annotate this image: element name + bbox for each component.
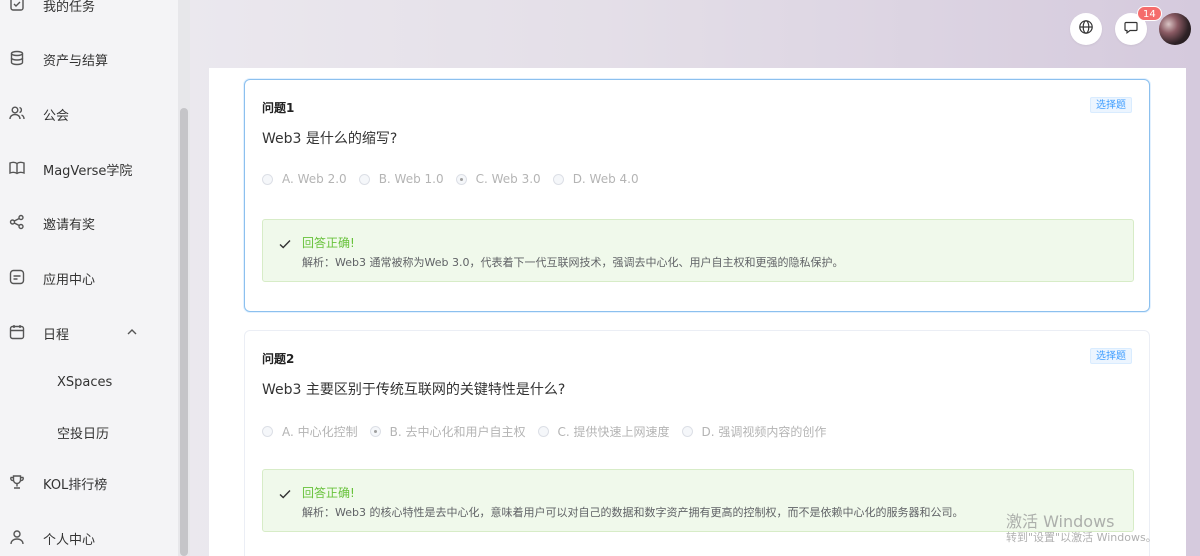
trophy-icon	[8, 473, 26, 491]
option-label: D. Web 4.0	[572, 172, 639, 186]
question-number: 问题1	[262, 101, 295, 115]
user-icon	[8, 528, 26, 546]
user-avatar[interactable]	[1159, 13, 1191, 45]
radio-button[interactable]	[681, 426, 693, 437]
sidebar-item-guild[interactable]: 公会	[0, 95, 178, 131]
answer-option[interactable]: A. Web 2.0	[262, 172, 347, 186]
answer-option[interactable]: C. Web 3.0	[455, 172, 541, 186]
answer-option[interactable]: D. 强调视频内容的创作	[681, 423, 827, 440]
option-label: A. 中心化控制	[282, 425, 358, 439]
radio-button[interactable]	[552, 173, 564, 185]
sidebar-item-label: 公会	[43, 109, 70, 124]
answer-result: 回答正确! 解析：Web3 的核心特性是去中心化，意味着用户可以对自己的数据和数…	[262, 469, 1134, 532]
question-number: 问题2	[262, 352, 295, 366]
sidebar-item-app-center[interactable]: 应用中心	[0, 259, 178, 295]
sidebar-scrollbar[interactable]	[178, 0, 190, 556]
result-title: 回答正确!	[302, 236, 355, 250]
calendar-icon	[8, 323, 26, 341]
radio-button[interactable]	[537, 426, 549, 437]
share-icon	[8, 213, 26, 231]
checkmark-icon	[278, 486, 292, 500]
sidebar-item-label: 应用中心	[43, 273, 96, 288]
sidebar-item-label: 我的任务	[43, 0, 96, 15]
windows-activation-hint: 转到"设置"以激活 Windows。	[1006, 531, 1157, 544]
radio-button-selected[interactable]	[455, 173, 467, 185]
question-card: 问题1 选择题 Web3 是什么的缩写? A. Web 2.0 B. Web 1…	[244, 79, 1150, 312]
radio-button[interactable]	[262, 426, 273, 437]
sidebar-subitem-xspaces[interactable]: XSpaces	[0, 367, 178, 399]
message-count-badge: 14	[1137, 6, 1162, 21]
sidebar-item-schedule[interactable]: 日程	[0, 314, 178, 350]
sidebar-item-label: KOL排行榜	[43, 478, 108, 493]
option-label: B. 去中心化和用户自主权	[389, 425, 526, 439]
answer-options: A. 中心化控制 B. 去中心化和用户自主权 C. 提供快速上网速度 D. 强调…	[262, 423, 838, 440]
answer-option[interactable]: C. 提供快速上网速度	[537, 423, 670, 440]
language-button[interactable]	[1070, 13, 1102, 45]
sidebar-subitem-label: 空投日历	[57, 427, 110, 442]
chevron-up-icon[interactable]	[125, 325, 139, 339]
question-type-tag: 选择题	[1090, 97, 1132, 113]
checkmark-icon	[278, 236, 292, 250]
task-icon	[8, 0, 26, 13]
result-explanation: 解析：Web3 的核心特性是去中心化，意味着用户可以对自己的数据和数字资产拥有更…	[302, 506, 964, 519]
answer-option[interactable]: B. Web 1.0	[358, 172, 444, 186]
result-title: 回答正确!	[302, 486, 355, 500]
database-icon	[8, 49, 26, 67]
radio-button-selected[interactable]	[369, 426, 381, 437]
option-label: D. 强调视频内容的创作	[701, 425, 827, 439]
sidebar-item-label: MagVerse学院	[43, 164, 133, 179]
sidebar-item-label: 资产与结算	[43, 54, 109, 69]
sidebar-item-label: 个人中心	[43, 533, 96, 548]
answer-option[interactable]: D. Web 4.0	[552, 172, 639, 186]
sidebar-item-personal-center[interactable]: 个人中心	[0, 519, 178, 555]
answer-option[interactable]: A. 中心化控制	[262, 423, 358, 440]
users-icon	[8, 104, 26, 122]
radio-button[interactable]	[358, 173, 370, 185]
sidebar-item-my-tasks[interactable]: 我的任务	[0, 0, 178, 22]
sidebar-item-label: 邀请有奖	[43, 218, 96, 233]
question-text: Web3 是什么的缩写?	[262, 131, 398, 147]
sidebar: 我的任务 资产与结算 公会 MagVerse学院 邀请有奖 应用中心 日程 XS…	[0, 0, 178, 556]
question-text: Web3 主要区别于传统互联网的关键特性是什么?	[262, 382, 566, 398]
answer-options: A. Web 2.0 B. Web 1.0 C. Web 3.0 D. Web …	[262, 172, 651, 186]
option-label: B. Web 1.0	[378, 172, 444, 186]
option-label: A. Web 2.0	[282, 172, 347, 186]
option-label: C. Web 3.0	[475, 172, 541, 186]
answer-result: 回答正确! 解析：Web3 通常被称为Web 3.0，代表着下一代互联网技术，强…	[262, 219, 1134, 282]
app-center-icon	[8, 268, 26, 286]
sidebar-subitem-label: XSpaces	[57, 375, 113, 390]
sidebar-item-label: 日程	[43, 328, 70, 343]
sidebar-item-kol-ranking[interactable]: KOL排行榜	[0, 464, 178, 500]
sidebar-scrollbar-thumb[interactable]	[180, 108, 188, 556]
globe-icon	[1078, 19, 1094, 39]
option-label: C. 提供快速上网速度	[557, 425, 670, 439]
radio-button[interactable]	[262, 173, 273, 185]
sidebar-item-assets[interactable]: 资产与结算	[0, 40, 178, 76]
sidebar-item-invite[interactable]: 邀请有奖	[0, 204, 178, 240]
main-content: 问题1 选择题 Web3 是什么的缩写? A. Web 2.0 B. Web 1…	[209, 68, 1186, 556]
question-type-tag: 选择题	[1090, 348, 1132, 364]
result-explanation: 解析：Web3 通常被称为Web 3.0，代表着下一代互联网技术，强调去中心化、…	[302, 256, 844, 269]
message-icon	[1123, 19, 1139, 39]
book-icon	[8, 159, 26, 177]
answer-option[interactable]: B. 去中心化和用户自主权	[369, 423, 526, 440]
sidebar-item-academy[interactable]: MagVerse学院	[0, 150, 178, 186]
sidebar-subitem-airdrop-calendar[interactable]: 空投日历	[0, 415, 178, 447]
